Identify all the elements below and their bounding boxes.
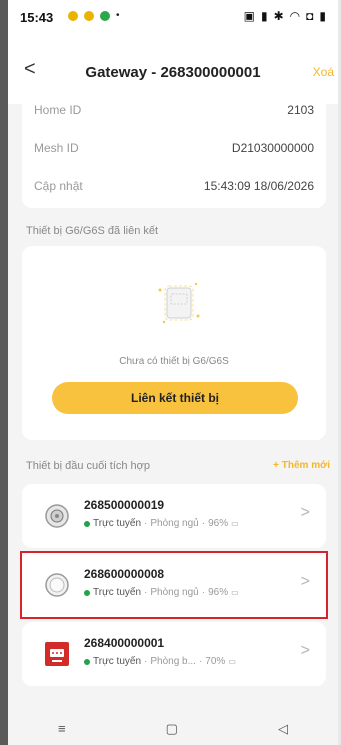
notification-icons: •	[68, 10, 120, 21]
device-battery: 70%	[205, 656, 226, 667]
info-row-mesh-id: Mesh ID D21030000000	[34, 134, 314, 162]
more-dot-icon: •	[116, 10, 120, 21]
status-time: 15:43	[20, 10, 54, 25]
info-label: Home ID	[34, 103, 82, 117]
separator: ·	[144, 656, 148, 667]
add-new-button[interactable]: + Thêm mới	[273, 460, 330, 471]
online-dot-icon	[84, 658, 90, 665]
separator: ·	[144, 518, 148, 529]
online-dot-icon	[84, 520, 90, 527]
alarm-button-icon	[45, 642, 69, 666]
linked-section-title: Thiết bị G6/G6S đã liên kết	[26, 225, 159, 237]
sensor-icon	[45, 573, 69, 597]
empty-device-icon	[158, 282, 200, 324]
device-battery: 96%	[208, 518, 229, 529]
system-icons: ▣ ▮ ✱ ◠ ◘ ▮	[244, 9, 326, 23]
status-bar: 15:43 • ▣ ▮ ✱ ◠ ◘ ▮	[8, 0, 338, 34]
info-label: Mesh ID	[34, 141, 79, 155]
sim-icon: ◘	[306, 9, 314, 23]
system-nav-bar: ≡ ▢ ◁	[8, 712, 338, 745]
device-frame-left	[0, 0, 8, 745]
info-value: D21030000000	[231, 141, 314, 155]
notification-icon	[68, 10, 78, 21]
link-device-button[interactable]: Liên kết thiết bị	[52, 382, 298, 414]
app-screen: 15:43 • ▣ ▮ ✱ ◠ ◘ ▮ < Gateway - 26830000…	[8, 0, 338, 745]
device-room: Phòng ngủ	[150, 518, 199, 529]
battery-icon: ▭	[228, 657, 236, 666]
battery-icon: ▭	[231, 588, 239, 597]
separator: ·	[198, 656, 203, 667]
notification-icon	[84, 10, 94, 21]
device-status: Trực tuyến	[93, 518, 142, 529]
info-value: 2103	[287, 103, 314, 117]
device-id: 268600000008	[84, 567, 165, 581]
info-row-updated: Cập nhật 15:43:09 18/06/2026	[34, 172, 314, 200]
device-status: Trực tuyến	[93, 587, 142, 598]
empty-state-text: Chưa có thiết bị G6/G6S	[119, 356, 229, 367]
gateway-info-card: Home ID 2103 Mesh ID D21030000000 Cập nh…	[22, 94, 326, 208]
back-nav-icon[interactable]: ◁	[278, 721, 288, 737]
device-status: Trực tuyến	[93, 656, 142, 667]
info-value: 15:43:09 18/06/2026	[203, 179, 314, 193]
device-card[interactable]: 268400000001 Trực tuyến · Phòng b... · 7…	[22, 622, 326, 686]
info-label: Cập nhật	[34, 179, 83, 193]
separator: ·	[144, 587, 148, 598]
battery-icon: ▭	[231, 519, 239, 528]
nfc-icon: ▣	[243, 9, 255, 23]
device-room: Phòng ngủ	[150, 587, 199, 598]
device-status-line: Trực tuyến · Phòng ngủ · 96% ▭	[84, 587, 239, 598]
sensor-icon	[45, 504, 69, 528]
info-row-home-id: Home ID 2103	[34, 96, 314, 124]
battery-icon: ▮	[319, 9, 326, 23]
delete-button[interactable]: Xoá	[313, 65, 334, 79]
chevron-right-icon: >	[300, 642, 310, 659]
device-room: Phòng b...	[150, 656, 196, 667]
devices-section-title: Thiết bị đầu cuối tích hợp	[26, 460, 151, 472]
shield-icon	[100, 10, 110, 21]
separator: ·	[201, 587, 206, 598]
bluetooth-icon: ✱	[273, 9, 284, 23]
device-status-line: Trực tuyến · Phòng ngủ · 96% ▭	[84, 518, 239, 529]
chevron-right-icon: >	[300, 573, 310, 590]
menu-icon[interactable]: ≡	[58, 721, 66, 736]
vibrate-icon: ▮	[260, 9, 268, 23]
device-battery: 96%	[208, 587, 229, 598]
device-id: 268500000019	[84, 498, 165, 512]
page-title: Gateway - 268300000001	[85, 64, 261, 81]
home-icon[interactable]: ▢	[166, 721, 178, 737]
linked-devices-card: Chưa có thiết bị G6/G6S Liên kết thiết b…	[22, 246, 326, 440]
device-status-line: Trực tuyến · Phòng b... · 70% ▭	[84, 656, 236, 667]
online-dot-icon	[84, 589, 90, 596]
device-id: 268400000001	[84, 636, 165, 650]
device-card-selected[interactable]: 268600000008 Trực tuyến · Phòng ngủ · 96…	[20, 551, 328, 619]
wifi-icon: ◠	[289, 9, 301, 23]
separator: ·	[201, 518, 206, 529]
device-card[interactable]: 268500000019 Trực tuyến · Phòng ngủ · 96…	[22, 484, 326, 548]
chevron-right-icon: >	[300, 504, 310, 521]
